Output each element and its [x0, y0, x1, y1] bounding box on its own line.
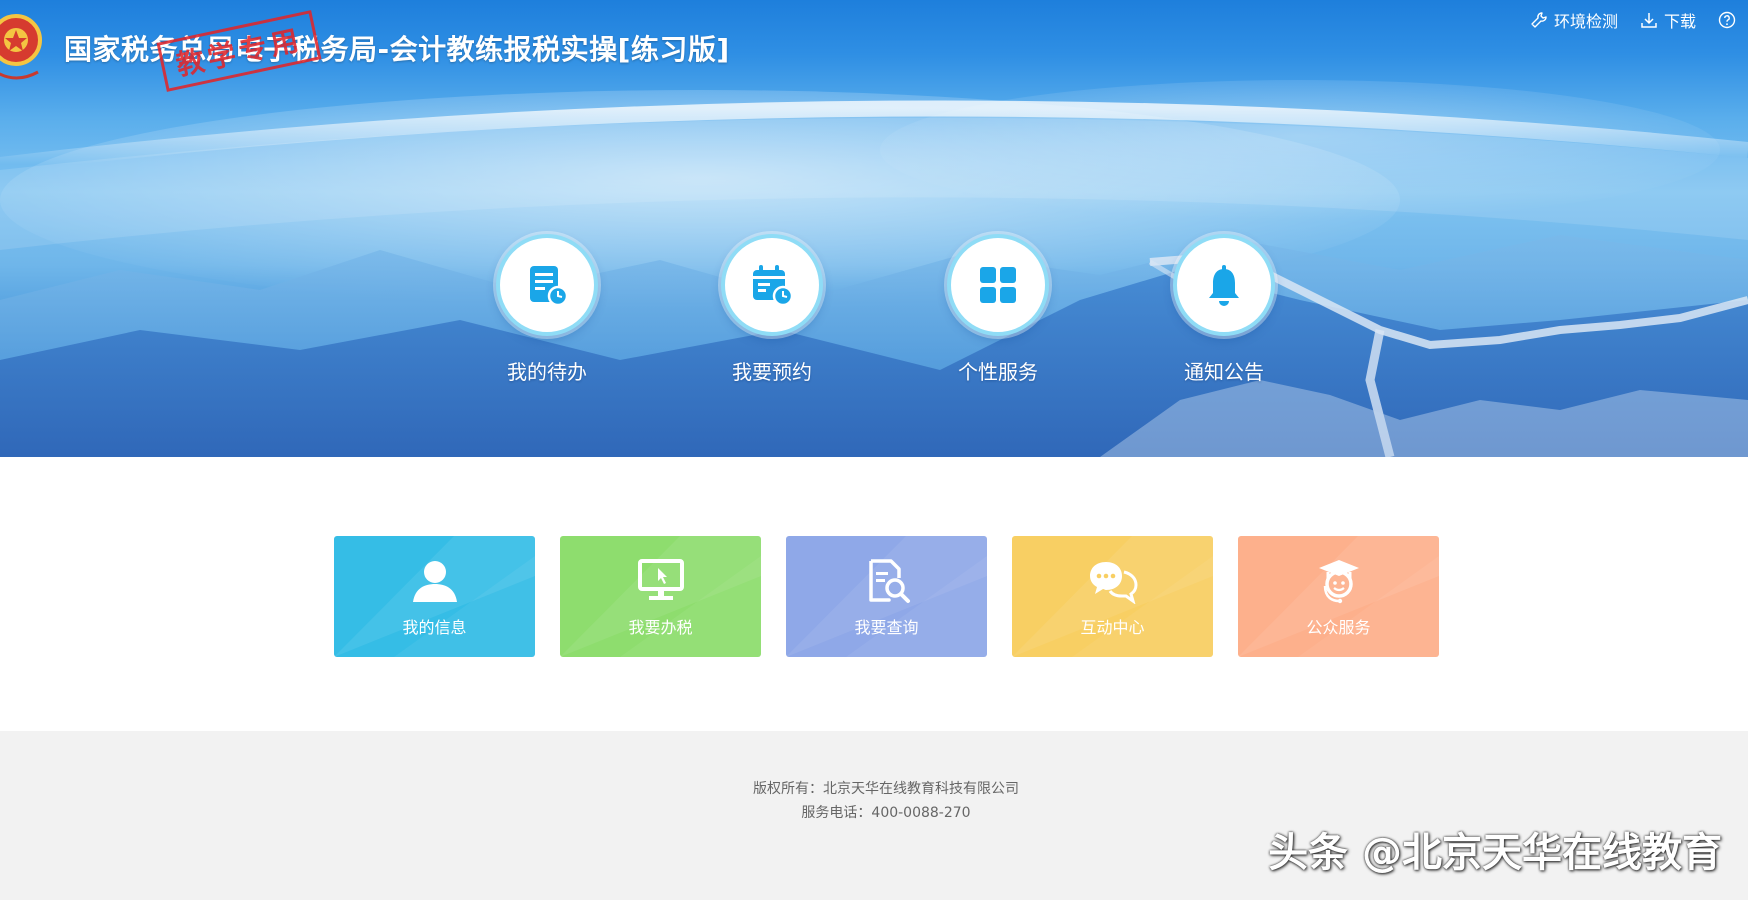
- environment-check-label: 环境检测: [1553, 12, 1618, 31]
- tax-emblem-logo: [0, 14, 42, 80]
- tile-my-info[interactable]: 我的信息: [334, 536, 535, 657]
- tile-label: 公众服务: [1306, 618, 1371, 637]
- tile-file-tax[interactable]: 我要办税: [560, 536, 761, 657]
- tile-query[interactable]: 我要查询: [786, 536, 987, 657]
- download-label: 下载: [1663, 12, 1696, 31]
- graduate-headset-icon: [1318, 560, 1359, 604]
- wrench-icon: [1531, 12, 1547, 28]
- environment-check-link[interactable]: 环境检测: [1530, 8, 1618, 32]
- feature-label: 个性服务: [958, 360, 1038, 384]
- download-link[interactable]: 下载: [1640, 8, 1696, 32]
- tile-label: 我的信息: [402, 618, 467, 637]
- feature-circle: [721, 234, 823, 336]
- feature-circle: [947, 234, 1049, 336]
- monitor-cursor-icon: [637, 559, 684, 600]
- feature-appointment[interactable]: 我要预约: [702, 234, 842, 385]
- help-link[interactable]: [1718, 11, 1736, 29]
- footer-copyright: 版权所有：北京天华在线教育科技有限公司: [753, 781, 1019, 797]
- feature-my-todo[interactable]: 我的待办: [477, 234, 617, 385]
- help-icon: [1718, 11, 1736, 29]
- tile-label: 我要办税: [628, 618, 693, 637]
- feature-label: 通知公告: [1184, 360, 1264, 384]
- document-search-icon: [868, 559, 910, 603]
- feature-circle: [496, 234, 598, 336]
- user-icon: [412, 561, 457, 602]
- download-icon: [1641, 13, 1657, 28]
- feature-label: 我要预约: [732, 360, 812, 384]
- feature-notices[interactable]: 通知公告: [1154, 234, 1294, 385]
- feature-label: 我的待办: [507, 360, 587, 384]
- feature-circle: [1173, 234, 1275, 336]
- todo-document-clock-icon: [530, 266, 569, 307]
- tile-label: 互动中心: [1080, 618, 1145, 637]
- top-toolbar: 环境检测 下载: [1530, 8, 1748, 32]
- calendar-clock-icon: [753, 265, 794, 307]
- watermark-text: 头条 @北京天华在线教育: [1268, 830, 1722, 876]
- grid-four-squares-icon: [980, 267, 1016, 303]
- tile-public-service[interactable]: 公众服务: [1238, 536, 1439, 657]
- tile-interaction-center[interactable]: 互动中心: [1012, 536, 1213, 657]
- header-banner: 国家税务总局电子税务局-会计教练报税实操[练习版] 教学专用 环境检测 下载 我…: [0, 0, 1748, 457]
- feature-personal-service[interactable]: 个性服务: [928, 234, 1068, 385]
- chat-bubbles-icon: [1089, 562, 1138, 604]
- tile-label: 我要查询: [854, 618, 919, 637]
- footer-phone: 服务电话：400-0088-270: [801, 805, 971, 821]
- bell-icon: [1209, 265, 1239, 306]
